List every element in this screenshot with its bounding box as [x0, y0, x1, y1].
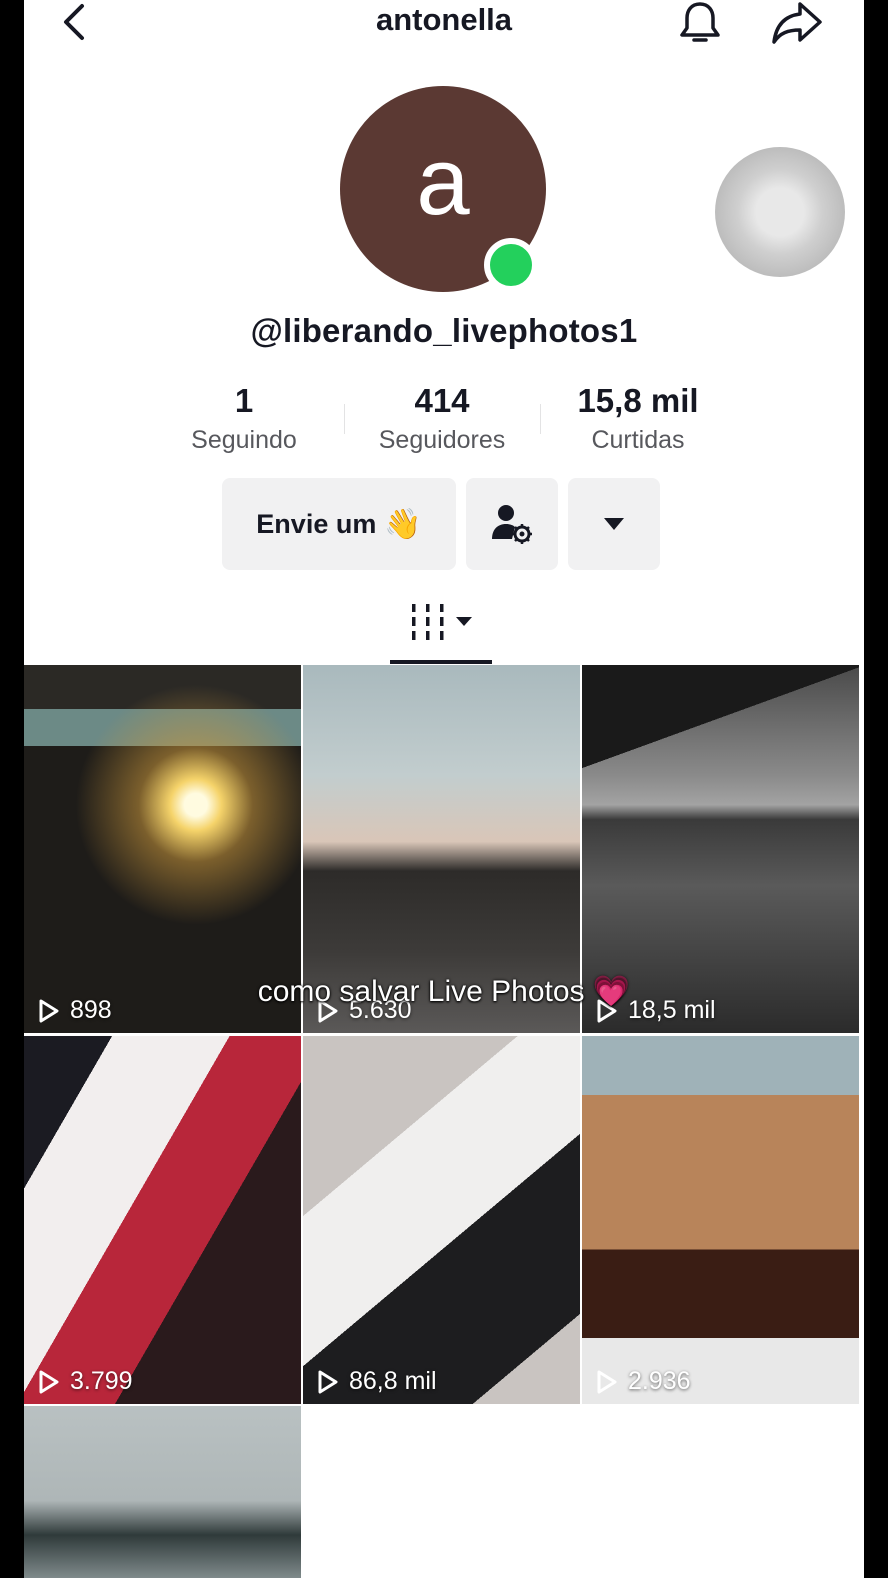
stat-following[interactable]: 1 Seguindo — [154, 382, 334, 455]
video-thumbnail[interactable] — [24, 1406, 301, 1578]
friend-settings-button[interactable] — [466, 478, 558, 570]
share-button[interactable] — [770, 0, 824, 46]
tab-videos[interactable] — [390, 600, 492, 660]
profile-stats: 1 Seguindo 414 Seguidores 15,8 mil Curti… — [174, 382, 714, 464]
stat-likes-value: 15,8 mil — [577, 382, 699, 419]
video-overlay-caption: como salvar Live Photos 💗 — [257, 975, 631, 1008]
username-handle: @liberando_livephotos1 — [250, 312, 638, 349]
play-outline-icon — [39, 1370, 59, 1393]
stat-following-label: Seguindo — [191, 426, 297, 454]
stat-likes-label: Curtidas — [591, 426, 685, 454]
page-title: antonella — [375, 2, 513, 37]
view-count-text: 3.799 — [70, 1367, 133, 1395]
notifications-button[interactable] — [677, 0, 723, 46]
video-thumbnail[interactable]: 3.799 — [24, 1036, 301, 1404]
caret-down-icon — [604, 518, 624, 530]
stat-followers[interactable]: 414 Seguidores — [352, 382, 532, 455]
share-arrow-icon — [772, 2, 822, 44]
stat-divider — [344, 404, 345, 434]
stat-divider — [540, 404, 541, 434]
waving-hand-icon: 👋 — [384, 507, 422, 541]
floating-bubble[interactable] — [715, 147, 845, 277]
stat-followers-label: Seguidores — [378, 426, 506, 454]
person-settings-icon — [492, 505, 532, 544]
online-status-dot — [484, 238, 538, 292]
video-thumbnail[interactable]: 2.936 — [582, 1036, 859, 1404]
top-bar: antonella — [24, 0, 864, 46]
grid-tab-icon — [412, 604, 472, 640]
stat-followers-value: 414 — [414, 382, 470, 419]
view-count-text: 86,8 mil — [349, 1367, 437, 1395]
avatar-letter: a — [416, 128, 470, 235]
more-options-button[interactable] — [568, 478, 660, 570]
send-message-button[interactable]: Envie um 👋 — [222, 478, 456, 570]
send-message-label: Envie um — [256, 508, 377, 539]
play-outline-icon — [597, 1370, 617, 1393]
view-count: 3.799 — [38, 1367, 133, 1396]
profile-screen: antonella a @liberando_livephotos1 1 Seg… — [24, 0, 864, 1578]
view-count-text: 2.936 — [628, 1367, 691, 1395]
play-outline-icon — [318, 1370, 338, 1393]
bell-icon — [680, 2, 720, 42]
view-count: 86,8 mil — [317, 1367, 437, 1396]
video-thumbnail[interactable]: 86,8 mil — [303, 1036, 580, 1404]
tab-active-indicator — [390, 660, 492, 664]
view-count: 2.936 — [596, 1367, 691, 1396]
stat-likes[interactable]: 15,8 mil Curtidas — [548, 382, 728, 455]
stat-following-value: 1 — [234, 382, 254, 419]
